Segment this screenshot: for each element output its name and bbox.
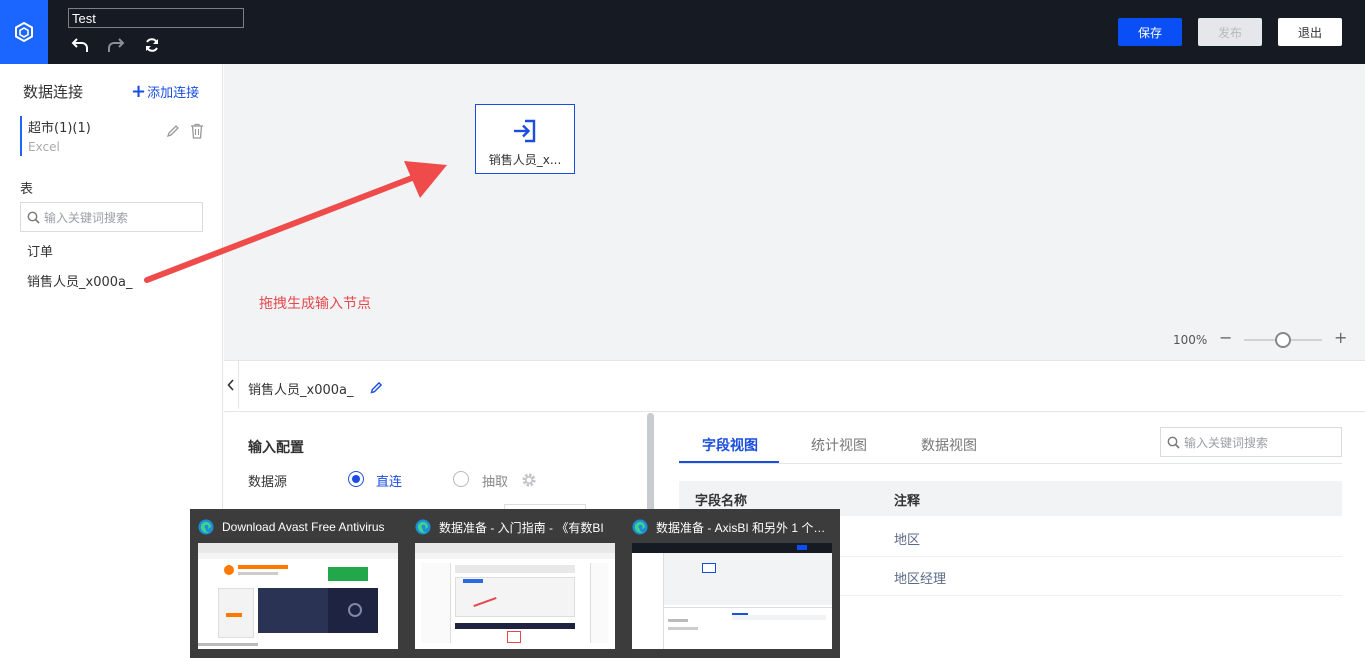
field-search-input[interactable]: 输入关键词搜索 [1160,427,1342,457]
radio-extract-label[interactable]: 抽取 [482,471,508,490]
logo-icon [15,21,33,43]
sidebar-title: 数据连接 [23,83,84,101]
table-row-comment: 地区 [894,533,921,548]
connection-item[interactable]: 超市(1)(1) Excel [20,116,210,156]
zoom-in-button[interactable]: + [1334,328,1347,347]
refresh-icon [146,38,158,52]
search-placeholder: 输入关键词搜索 [44,210,129,225]
preview-thumbnail [415,543,615,649]
column-header-comment: 注释 [894,494,921,509]
publish-button[interactable]: 发布 [1198,18,1262,46]
report-title-input[interactable] [68,8,244,28]
input-node[interactable]: 销售人员_x... [475,104,575,174]
save-button[interactable]: 保存 [1118,18,1182,46]
drag-hint-text: 拖拽生成输入节点 [259,296,371,312]
exit-button[interactable]: 退出 [1278,18,1342,46]
gear-icon[interactable] [521,472,537,488]
refresh-button[interactable] [142,36,162,54]
taskbar-preview-item[interactable]: 数据准备 - 入门指南 - 《有数BI [407,509,623,658]
undo-icon [71,38,88,52]
radio-direct[interactable] [348,471,364,487]
app-logo[interactable] [0,0,48,64]
redo-icon [108,38,125,52]
edit-node-name-icon[interactable] [370,381,383,394]
node-title: 销售人员_x000a_ [248,383,354,398]
panel-divider [224,411,1365,412]
preview-title: 数据准备 - 入门指南 - 《有数BI [439,520,604,535]
delete-connection-icon[interactable] [190,123,204,139]
input-config-title: 输入配置 [248,440,304,456]
taskbar-preview-popup: Download Avast Free Antivirus 数据准备 - 入门指… [190,509,840,658]
zoom-level: 100% [1173,333,1208,347]
chevron-left-icon [227,379,234,391]
input-node-label: 销售人员_x... [488,153,562,167]
datasource-label: 数据源 [248,475,288,490]
search-icon [27,211,40,224]
table-row-comment: 地区经理 [894,572,947,587]
add-connection-label: 添加连接 [147,86,200,101]
zoom-out-button[interactable]: − [1219,328,1232,347]
edge-browser-icon [198,519,214,535]
tab-field-view[interactable]: 字段视图 [702,435,758,455]
preview-title: Download Avast Free Antivirus [222,520,385,534]
column-header-field-name: 字段名称 [695,494,748,509]
tabs-baseline [679,463,1342,464]
connection-name: 超市(1)(1) [28,121,91,136]
edge-browser-icon [632,519,648,535]
radio-extract[interactable] [453,471,469,487]
input-node-icon [514,119,536,143]
flow-canvas[interactable]: 销售人员_x... 拖拽生成输入节点 100% − + [224,64,1365,360]
table-item-salespeople[interactable]: 销售人员_x000a_ [27,271,132,290]
top-bar: 保存 发布 退出 [0,0,1365,64]
edge-browser-icon [415,519,431,535]
taskbar-preview-item[interactable]: Download Avast Free Antivirus [190,509,406,658]
zoom-slider-thumb[interactable] [1275,332,1291,348]
undo-button[interactable] [70,36,90,54]
table-search-input[interactable]: 输入关键词搜索 [20,202,203,232]
taskbar-preview-item[interactable]: 数据准备 - AxisBI 和另外 1 个页面 [624,509,840,658]
tab-stats-view[interactable]: 统计视图 [811,435,867,455]
radio-direct-label[interactable]: 直连 [376,471,402,490]
tab-data-view[interactable]: 数据视图 [921,435,977,455]
active-tab-indicator [679,461,779,463]
preview-thumbnail [632,543,832,649]
collapse-sidebar-button[interactable] [224,361,239,409]
plus-icon: + [131,80,147,102]
search-placeholder: 输入关键词搜索 [1184,435,1269,450]
add-connection-button[interactable]: + 添加连接 [131,82,199,101]
connection-type: Excel [28,140,60,154]
redo-button[interactable] [106,36,126,54]
tables-label: 表 [20,182,34,197]
table-item-orders[interactable]: 订单 [27,241,53,260]
preview-title: 数据准备 - AxisBI 和另外 1 个页面 [656,520,832,535]
preview-thumbnail [198,543,398,649]
search-icon [1167,436,1180,449]
edit-connection-icon[interactable] [166,124,180,138]
